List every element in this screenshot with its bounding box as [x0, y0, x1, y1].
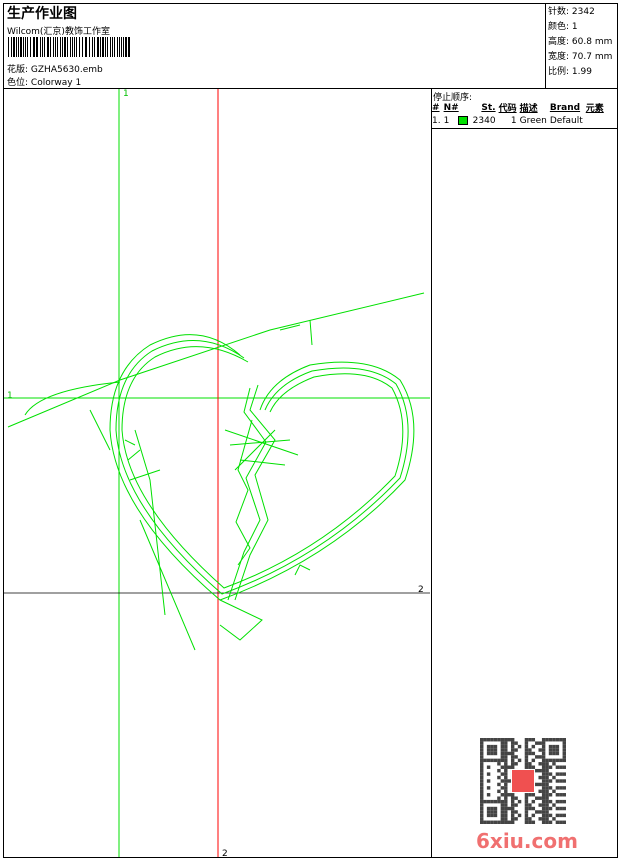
guide-label: 2	[418, 585, 424, 595]
guide-label: 1	[123, 89, 129, 99]
embroidery-heart	[7, 292, 425, 651]
guide-label: 2	[222, 849, 228, 859]
watermark-logo: 6xiu.com	[476, 829, 578, 853]
seal-logo	[511, 769, 535, 793]
design-canvas: 1 1 2 2	[4, 89, 430, 859]
guide-label: 1	[7, 391, 13, 401]
